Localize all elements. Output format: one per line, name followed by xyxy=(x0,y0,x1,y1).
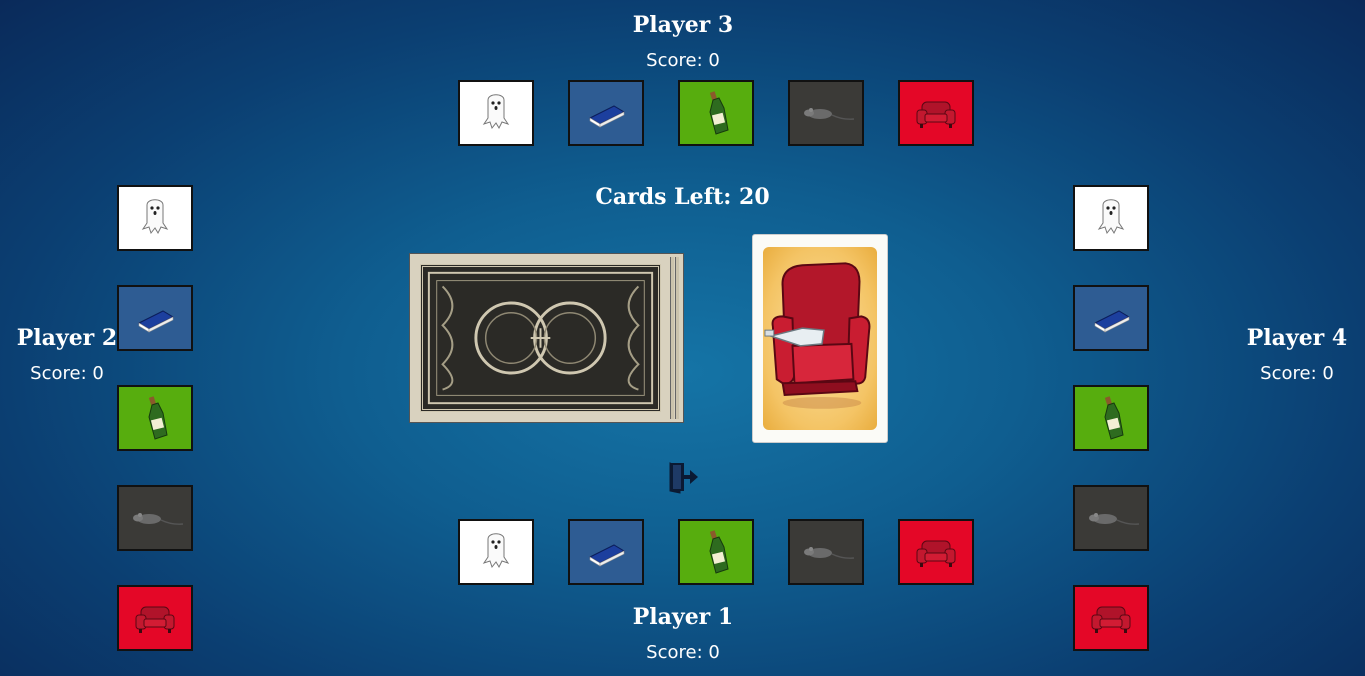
ghost-icon xyxy=(1081,193,1141,243)
player-4-ghost-tile[interactable] xyxy=(1073,185,1149,251)
player-2-bottle-tile[interactable] xyxy=(117,385,193,451)
mouse-icon xyxy=(796,88,856,138)
player-3-mouse-tile[interactable] xyxy=(788,80,864,146)
ghost-icon xyxy=(466,527,526,577)
player-3-name: Player 3 xyxy=(632,12,734,38)
red-armchair-with-bottle-icon xyxy=(764,262,871,409)
cards-left-counter: Cards Left: 20 xyxy=(595,184,770,210)
exit-button[interactable] xyxy=(666,459,700,495)
player-1-ghost-tile[interactable] xyxy=(458,519,534,585)
exit-door-icon xyxy=(669,462,698,494)
bottle-icon xyxy=(125,393,185,443)
bottle-icon xyxy=(686,88,746,138)
player-2-book-tile[interactable] xyxy=(117,285,193,351)
player-3-book-tile[interactable] xyxy=(568,80,644,146)
player-1-score: Score: 0 xyxy=(646,642,720,663)
player-1-book-tile[interactable] xyxy=(568,519,644,585)
armchair-icon xyxy=(1081,593,1141,643)
card-back-icon xyxy=(427,271,654,405)
player-4-book-tile[interactable] xyxy=(1073,285,1149,351)
player-4-bottle-tile[interactable] xyxy=(1073,385,1149,451)
book-icon xyxy=(1081,293,1141,343)
ghost-icon xyxy=(466,88,526,138)
ghost-icon xyxy=(125,193,185,243)
player-4-name: Player 4 xyxy=(1246,325,1348,351)
player-3-ghost-tile[interactable] xyxy=(458,80,534,146)
player-2-score: Score: 0 xyxy=(30,363,104,384)
mouse-icon xyxy=(125,493,185,543)
player-1-armchair-tile[interactable] xyxy=(898,519,974,585)
mouse-icon xyxy=(1081,493,1141,543)
card-back-pattern xyxy=(420,264,661,412)
book-icon xyxy=(576,527,636,577)
bottle-icon xyxy=(686,527,746,577)
player-4-armchair-tile[interactable] xyxy=(1073,585,1149,651)
armchair-icon xyxy=(906,527,966,577)
mouse-icon xyxy=(796,527,856,577)
player-2-ghost-tile[interactable] xyxy=(117,185,193,251)
draw-deck[interactable] xyxy=(409,253,684,423)
player-3-score: Score: 0 xyxy=(646,50,720,71)
bottle-icon xyxy=(1081,393,1141,443)
player-1-mouse-tile[interactable] xyxy=(788,519,864,585)
book-icon xyxy=(125,293,185,343)
player-2-armchair-tile[interactable] xyxy=(117,585,193,651)
player-4-score: Score: 0 xyxy=(1260,363,1334,384)
player-2-mouse-tile[interactable] xyxy=(117,485,193,551)
player-1-name: Player 1 xyxy=(632,604,734,630)
player-1-bottle-tile[interactable] xyxy=(678,519,754,585)
book-icon xyxy=(576,88,636,138)
player-3-bottle-tile[interactable] xyxy=(678,80,754,146)
armchair-icon xyxy=(906,88,966,138)
player-4-mouse-tile[interactable] xyxy=(1073,485,1149,551)
revealed-card[interactable] xyxy=(752,234,888,443)
armchair-icon xyxy=(125,593,185,643)
player-3-armchair-tile[interactable] xyxy=(898,80,974,146)
